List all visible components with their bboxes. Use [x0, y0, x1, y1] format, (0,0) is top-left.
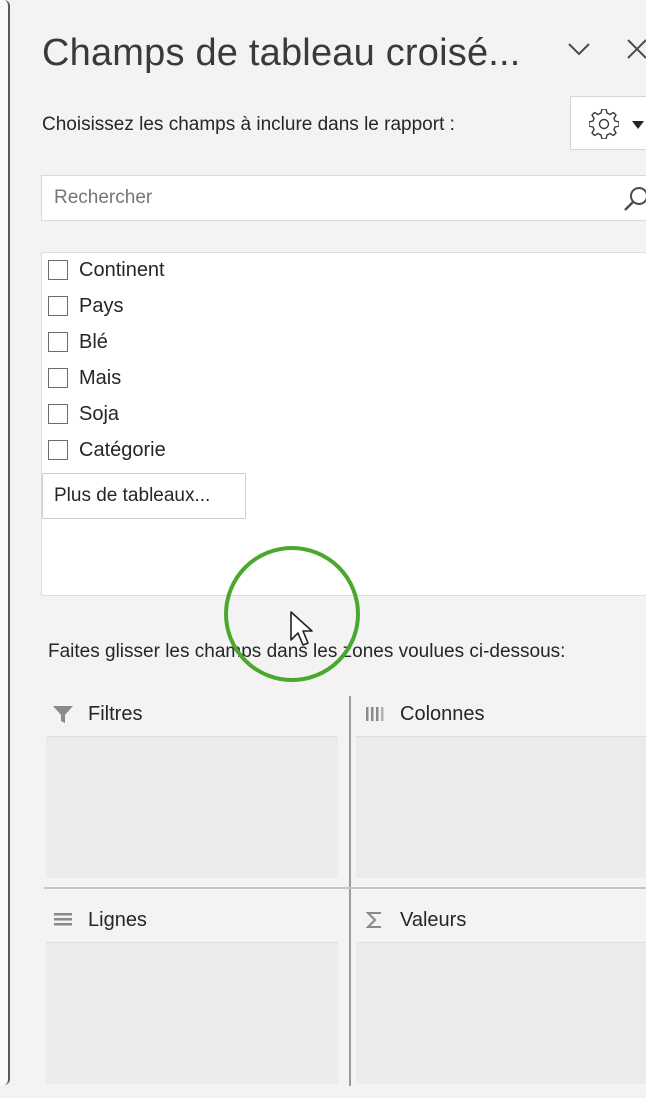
field-label: Mais: [79, 366, 122, 389]
field-list-settings-button[interactable]: [570, 96, 646, 150]
columns-area-header: Colonnes: [364, 699, 485, 729]
field-label: Catégorie: [79, 438, 166, 461]
close-icon[interactable]: [624, 36, 646, 62]
choose-fields-label: Choisissez les champs à inclure dans le …: [42, 114, 455, 135]
values-area-label: Valeurs: [400, 908, 467, 931]
values-area-header: Valeurs: [364, 905, 466, 935]
columns-area-label: Colonnes: [400, 702, 485, 725]
drag-fields-hint: Faites glisser les champs dans les zones…: [48, 641, 566, 662]
rows-drop-zone[interactable]: [46, 942, 338, 1084]
area-horizontal-divider: [44, 887, 646, 889]
sigma-icon: [364, 909, 386, 931]
field-list: Continent Pays Blé Mais Soja Catégorie P…: [41, 252, 646, 596]
chevron-down-icon[interactable]: [566, 36, 592, 62]
field-label: Soja: [79, 402, 120, 425]
columns-icon: [364, 703, 386, 725]
more-tables-button[interactable]: Plus de tableaux...: [42, 473, 246, 519]
pane-left-border: [0, 0, 10, 1085]
filters-area-header: Filtres: [52, 699, 142, 729]
field-checkbox[interactable]: [48, 368, 68, 388]
gear-icon: [588, 108, 620, 144]
field-item-pays[interactable]: Pays: [48, 291, 123, 321]
values-drop-zone[interactable]: [356, 942, 646, 1084]
pane-title: Champs de tableau croisé...: [42, 32, 521, 74]
field-label: Continent: [79, 258, 165, 281]
area-vertical-divider: [349, 696, 351, 1086]
rows-area-label: Lignes: [88, 908, 147, 931]
search-input[interactable]: [42, 176, 612, 220]
field-checkbox[interactable]: [48, 260, 68, 280]
field-checkbox[interactable]: [48, 440, 68, 460]
columns-drop-zone[interactable]: [356, 736, 646, 878]
field-item-ble[interactable]: Blé: [48, 327, 108, 357]
field-label: Blé: [79, 330, 108, 353]
search-icon[interactable]: [622, 185, 646, 218]
search-box: [41, 175, 646, 221]
field-label: Pays: [79, 294, 124, 317]
pivot-field-list-pane: Champs de tableau croisé... Choisissez l…: [0, 0, 646, 1098]
caret-down-icon: [631, 117, 645, 135]
field-item-continent[interactable]: Continent: [48, 255, 165, 285]
rows-icon: [52, 909, 74, 931]
field-checkbox[interactable]: [48, 404, 68, 424]
rows-area-header: Lignes: [52, 905, 147, 935]
field-checkbox[interactable]: [48, 296, 68, 316]
filters-drop-zone[interactable]: [46, 736, 338, 878]
field-item-mais[interactable]: Mais: [48, 363, 121, 393]
filters-area-label: Filtres: [88, 702, 143, 725]
filter-icon: [52, 703, 74, 725]
field-checkbox[interactable]: [48, 332, 68, 352]
field-item-categorie[interactable]: Catégorie: [48, 435, 166, 465]
field-item-soja[interactable]: Soja: [48, 399, 119, 429]
